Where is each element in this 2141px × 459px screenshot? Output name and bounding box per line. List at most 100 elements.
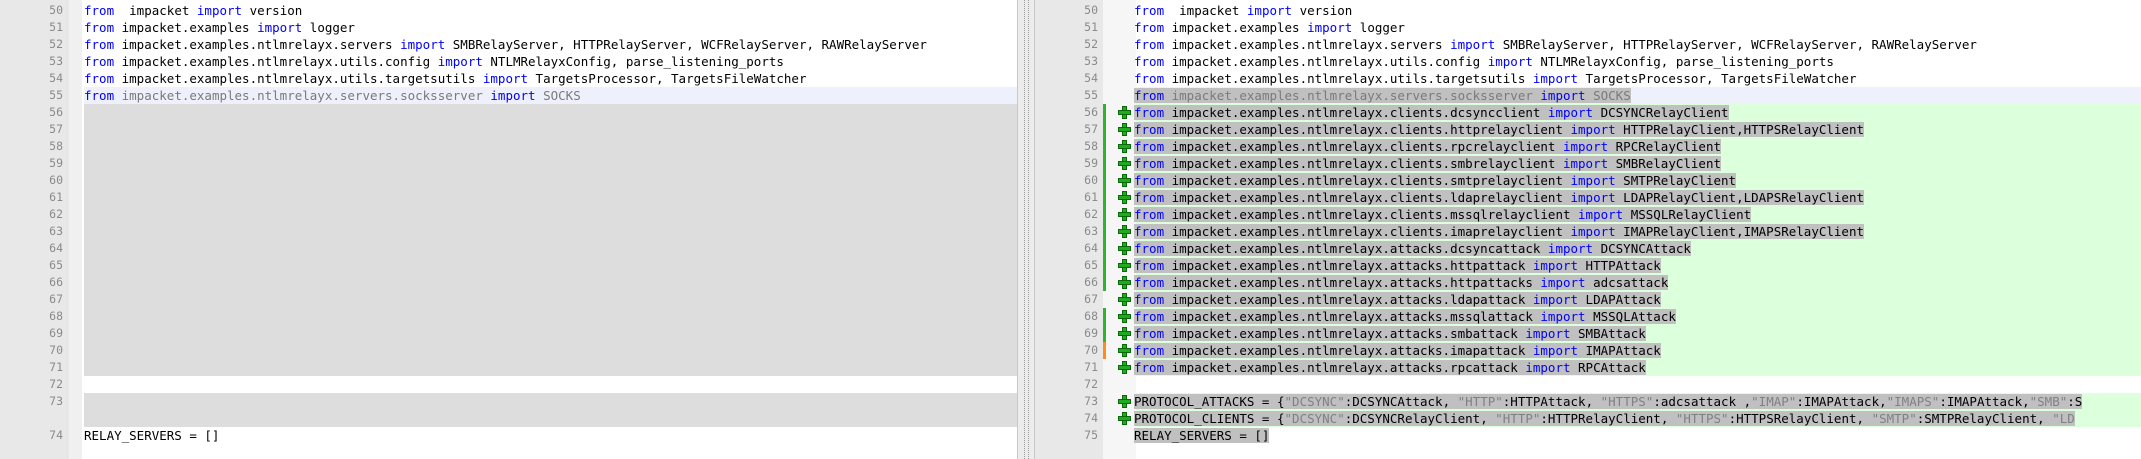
code-line[interactable]: 54 from impacket.examples.ntlmrelayx.util…: [0, 70, 1017, 87]
code-line[interactable]: 57 from impacket.examples.ntlmrelayx.clie…: [1035, 121, 2141, 138]
code-line[interactable]: 56 from impacket.examples.ntlmrelayx.clie…: [1035, 104, 2141, 121]
code-text[interactable]: from impacket.examples.ntlmrelayx.client…: [1134, 189, 1865, 206]
code-text[interactable]: from impacket.examples.ntlmrelayx.client…: [1134, 223, 1865, 240]
code-line[interactable]: 62 from impacket.examples.ntlmrelayx.clie…: [1035, 206, 2141, 223]
code-line[interactable]: 72: [0, 376, 1017, 393]
code-line[interactable]: 68 from impacket.examples.ntlmrelayx.atta…: [1035, 308, 2141, 325]
code-text[interactable]: from impacket.examples.ntlmrelayx.server…: [84, 87, 581, 104]
code-text[interactable]: from impacket.examples.ntlmrelayx.utils.…: [84, 70, 806, 87]
pane-splitter[interactable]: [1017, 0, 1035, 459]
code-text[interactable]: from impacket.examples.ntlmrelayx.attack…: [1134, 359, 1646, 376]
code-line[interactable]: 71 from impacket.examples.ntlmrelayx.atta…: [1035, 359, 2141, 376]
added-line-plus-icon: [1118, 225, 1131, 238]
code-text[interactable]: from impacket.examples.ntlmrelayx.client…: [1134, 138, 1722, 155]
code-line[interactable]: 65 from impacket.examples.ntlmrelayx.atta…: [1035, 257, 2141, 274]
code-text[interactable]: from impacket.examples.ntlmrelayx.attack…: [1134, 240, 1691, 257]
code-line[interactable]: 70 from impacket.examples.ntlmrelayx.atta…: [1035, 342, 2141, 359]
code-text[interactable]: from impacket.examples.ntlmrelayx.attack…: [1134, 291, 1661, 308]
code-text[interactable]: RELAY_SERVERS = []: [1134, 427, 1270, 444]
code-line[interactable]: 58: [0, 138, 1017, 155]
code-text[interactable]: from impacket.examples.ntlmrelayx.client…: [1134, 172, 1737, 189]
code-text[interactable]: from impacket.examples.ntlmrelayx.server…: [84, 36, 927, 53]
keyword-token: from: [1134, 20, 1165, 35]
code-token: RELAY_SERVERS = []: [84, 428, 220, 443]
code-text[interactable]: from impacket.examples.ntlmrelayx.client…: [1134, 121, 1865, 138]
code-line[interactable]: 64 from impacket.examples.ntlmrelayx.atta…: [1035, 240, 2141, 257]
code-line[interactable]: 70: [0, 342, 1017, 359]
code-line[interactable]: 68: [0, 308, 1017, 325]
keyword-token: from: [1134, 258, 1165, 273]
code-text[interactable]: from impacket.examples import logger: [1134, 19, 1405, 36]
code-line[interactable]: 61 from impacket.examples.ntlmrelayx.clie…: [1035, 189, 2141, 206]
code-text[interactable]: from impacket.examples.ntlmrelayx.client…: [1134, 104, 1729, 121]
code-text[interactable]: from impacket.examples import logger: [84, 19, 355, 36]
code-line[interactable]: 56: [0, 104, 1017, 121]
code-text[interactable]: from impacket.examples.ntlmrelayx.attack…: [1134, 325, 1646, 342]
code-line[interactable]: 74 RELAY_SERVERS = []: [0, 427, 1017, 444]
code-line[interactable]: 59: [0, 155, 1017, 172]
code-line[interactable]: 52 from impacket.examples.ntlmrelayx.serv…: [1035, 36, 2141, 53]
code-text[interactable]: from impacket.examples.ntlmrelayx.utils.…: [84, 53, 784, 70]
code-text[interactable]: from impacket.examples.ntlmrelayx.server…: [1134, 36, 1977, 53]
code-line[interactable]: 72: [1035, 376, 2141, 393]
code-line[interactable]: 73: [0, 393, 1017, 410]
code-text[interactable]: from impacket.examples.ntlmrelayx.client…: [1134, 155, 1722, 172]
code-token: SOCKS: [1585, 88, 1631, 103]
code-line[interactable]: 51 from impacket.examples import logger: [0, 19, 1017, 36]
code-line[interactable]: 65: [0, 257, 1017, 274]
code-line[interactable]: 63: [0, 223, 1017, 240]
keyword-token: from: [84, 71, 115, 86]
code-line[interactable]: 51 from impacket.examples import logger: [1035, 19, 2141, 36]
code-text[interactable]: RELAY_SERVERS = []: [84, 427, 219, 444]
code-text[interactable]: from impacket.examples.ntlmrelayx.client…: [1134, 206, 1752, 223]
code-line[interactable]: 63 from impacket.examples.ntlmrelayx.clie…: [1035, 223, 2141, 240]
added-line-plus-icon: [1118, 310, 1131, 323]
missing-line-placeholder: [84, 291, 1017, 308]
code-line[interactable]: 71: [0, 359, 1017, 376]
code-line[interactable]: 53 from impacket.examples.ntlmrelayx.util…: [1035, 53, 2141, 70]
code-line[interactable]: 69 from impacket.examples.ntlmrelayx.atta…: [1035, 325, 2141, 342]
code-text[interactable]: from impacket import version: [84, 2, 302, 19]
code-line[interactable]: 66: [0, 274, 1017, 291]
code-line[interactable]: 62: [0, 206, 1017, 223]
code-line[interactable]: 60: [0, 172, 1017, 189]
code-text[interactable]: from impacket.examples.ntlmrelayx.attack…: [1134, 257, 1661, 274]
code-text[interactable]: from impacket.examples.ntlmrelayx.utils.…: [1134, 53, 1834, 70]
code-text[interactable]: from impacket.examples.ntlmrelayx.attack…: [1134, 274, 1669, 291]
code-line[interactable]: 75 RELAY_SERVERS = []: [1035, 427, 2141, 444]
right-diff-pane[interactable]: 50 from impacket import version 51 from imp…: [1035, 0, 2141, 459]
code-text[interactable]: from impacket.examples.ntlmrelayx.utils.…: [1134, 70, 1856, 87]
code-line[interactable]: 58 from impacket.examples.ntlmrelayx.clie…: [1035, 138, 2141, 155]
code-line[interactable]: 61: [0, 189, 1017, 206]
code-line[interactable]: 54 from impacket.examples.ntlmrelayx.util…: [1035, 70, 2141, 87]
code-text[interactable]: from impacket import version: [1134, 2, 1352, 19]
code-line[interactable]: 69: [0, 325, 1017, 342]
code-line[interactable]: 73 PROTOCOL_ATTACKS = {"DCSYNC":DCSYNCAtt…: [1035, 393, 2141, 410]
code-line[interactable]: 64: [0, 240, 1017, 257]
code-token: impacket.examples.ntlmrelayx.attacks.dcs…: [1164, 241, 1548, 256]
code-line[interactable]: 55 from impacket.examples.ntlmrelayx.serv…: [0, 87, 1017, 104]
code-line[interactable]: 50 from impacket import version: [1035, 2, 2141, 19]
code-text[interactable]: PROTOCOL_ATTACKS = {"DCSYNC":DCSYNCAttac…: [1134, 393, 2083, 410]
code-line[interactable]: 55 from impacket.examples.ntlmrelayx.serv…: [1035, 87, 2141, 104]
code-text[interactable]: from impacket.examples.ntlmrelayx.attack…: [1134, 308, 1676, 325]
code-token: RPCAttack: [1570, 360, 1646, 375]
code-line[interactable]: 52 from impacket.examples.ntlmrelayx.serv…: [0, 36, 1017, 53]
code-line[interactable]: 59 from impacket.examples.ntlmrelayx.clie…: [1035, 155, 2141, 172]
code-line[interactable]: [0, 410, 1017, 427]
code-text[interactable]: from impacket.examples.ntlmrelayx.attack…: [1134, 342, 1661, 359]
code-token: impacket.examples.ntlmrelayx.servers: [1164, 37, 1451, 52]
left-code-lines: 50 from impacket import version 51 from imp…: [0, 2, 1017, 444]
left-diff-pane[interactable]: 50 from impacket import version 51 from imp…: [0, 0, 1017, 459]
code-line[interactable]: 66 from impacket.examples.ntlmrelayx.atta…: [1035, 274, 2141, 291]
code-line[interactable]: 60 from impacket.examples.ntlmrelayx.clie…: [1035, 172, 2141, 189]
code-line[interactable]: 57: [0, 121, 1017, 138]
code-line[interactable]: 50 from impacket import version: [0, 2, 1017, 19]
code-text[interactable]: from impacket.examples.ntlmrelayx.server…: [1134, 87, 1631, 104]
missing-line-placeholder: [84, 342, 1017, 359]
code-text[interactable]: PROTOCOL_CLIENTS = {"DCSYNC":DCSYNCRelay…: [1134, 410, 2075, 427]
code-line[interactable]: 67 from impacket.examples.ntlmrelayx.atta…: [1035, 291, 2141, 308]
code-line[interactable]: 74 PROTOCOL_CLIENTS = {"DCSYNC":DCSYNCRel…: [1035, 410, 2141, 427]
code-line[interactable]: 67: [0, 291, 1017, 308]
code-line[interactable]: 53 from impacket.examples.ntlmrelayx.util…: [0, 53, 1017, 70]
